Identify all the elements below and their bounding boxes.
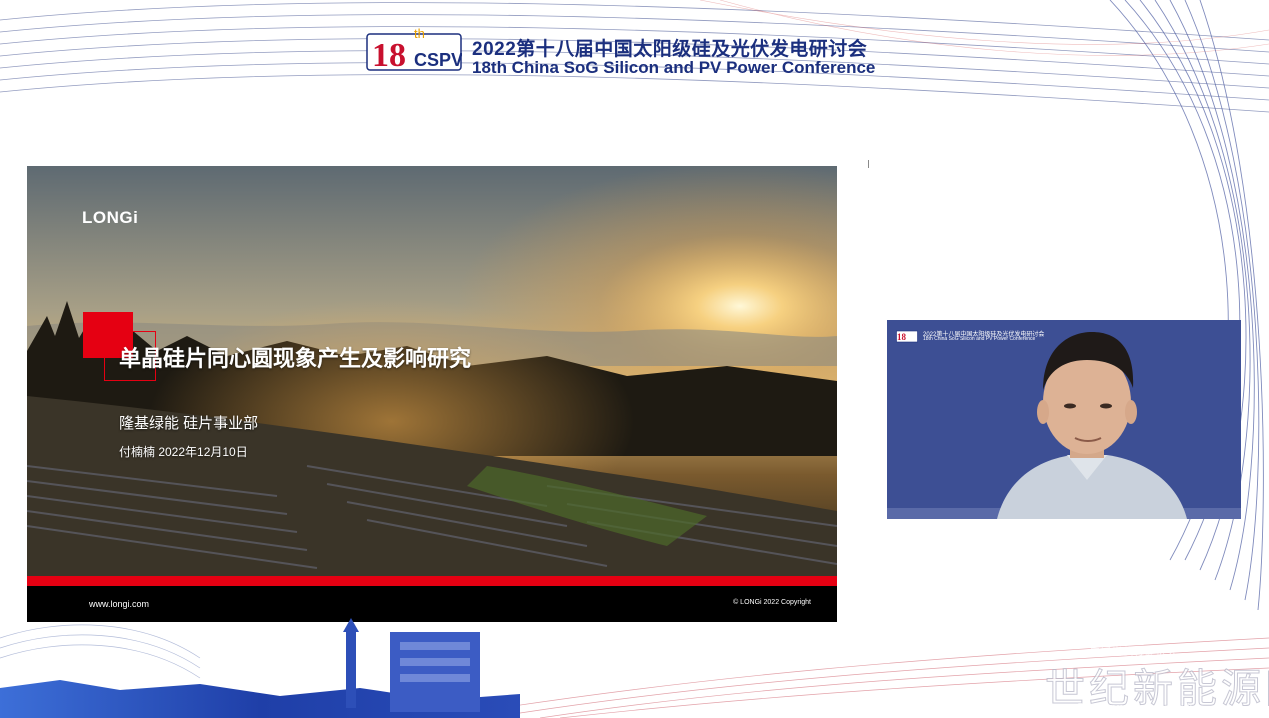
speaker-webcam: 18 2022第十八届中国太阳级硅及光伏发电研讨会 18th China SoG… — [887, 320, 1241, 519]
watermark-english: Century new energy network — [1076, 702, 1193, 713]
logo-text: CSPV — [414, 50, 462, 70]
longi-logo: LONGi — [82, 208, 139, 227]
webcam-banner-en: 18th China SoG Silicon and PV Power Conf… — [923, 336, 1036, 342]
logo-sup: th — [414, 26, 425, 41]
footer-copyright: © LONGi 2022 Copyright — [733, 599, 811, 606]
footer-url: www.longi.com — [89, 599, 150, 609]
logo-number: 18 — [372, 37, 406, 72]
slide-red-bar — [27, 576, 837, 586]
conference-header: 18 th CSPV 2022第十八届中国太阳级硅及光伏发电研讨会 18th C… — [366, 20, 906, 78]
slide-footer: www.longi.com © LONGi 2022 Copyright — [27, 586, 837, 622]
cursor-mark — [868, 160, 869, 168]
webcam-cspv-logo: 18 — [896, 330, 918, 343]
presentation-slide: LONGi 单晶硅片同心圆现象产生及影响研究 隆基绿能 硅片事业部 付楠楠 20… — [27, 166, 837, 622]
conference-title-cn: 2022第十八届中国太阳级硅及光伏发电研讨会 — [472, 39, 868, 60]
conference-title-en: 18th China SoG Silicon and PV Power Conf… — [472, 58, 876, 77]
cspv-logo: 18 th CSPV — [366, 26, 462, 72]
slide-title: 单晶硅片同心圆现象产生及影响研究 — [119, 346, 472, 371]
svg-text:18: 18 — [897, 332, 907, 342]
slide-subtitle: 隆基绿能 硅片事业部 — [119, 415, 259, 432]
speaker-video — [887, 320, 1241, 519]
slide-author-date: 付楠楠 2022年12月10日 — [119, 445, 248, 459]
